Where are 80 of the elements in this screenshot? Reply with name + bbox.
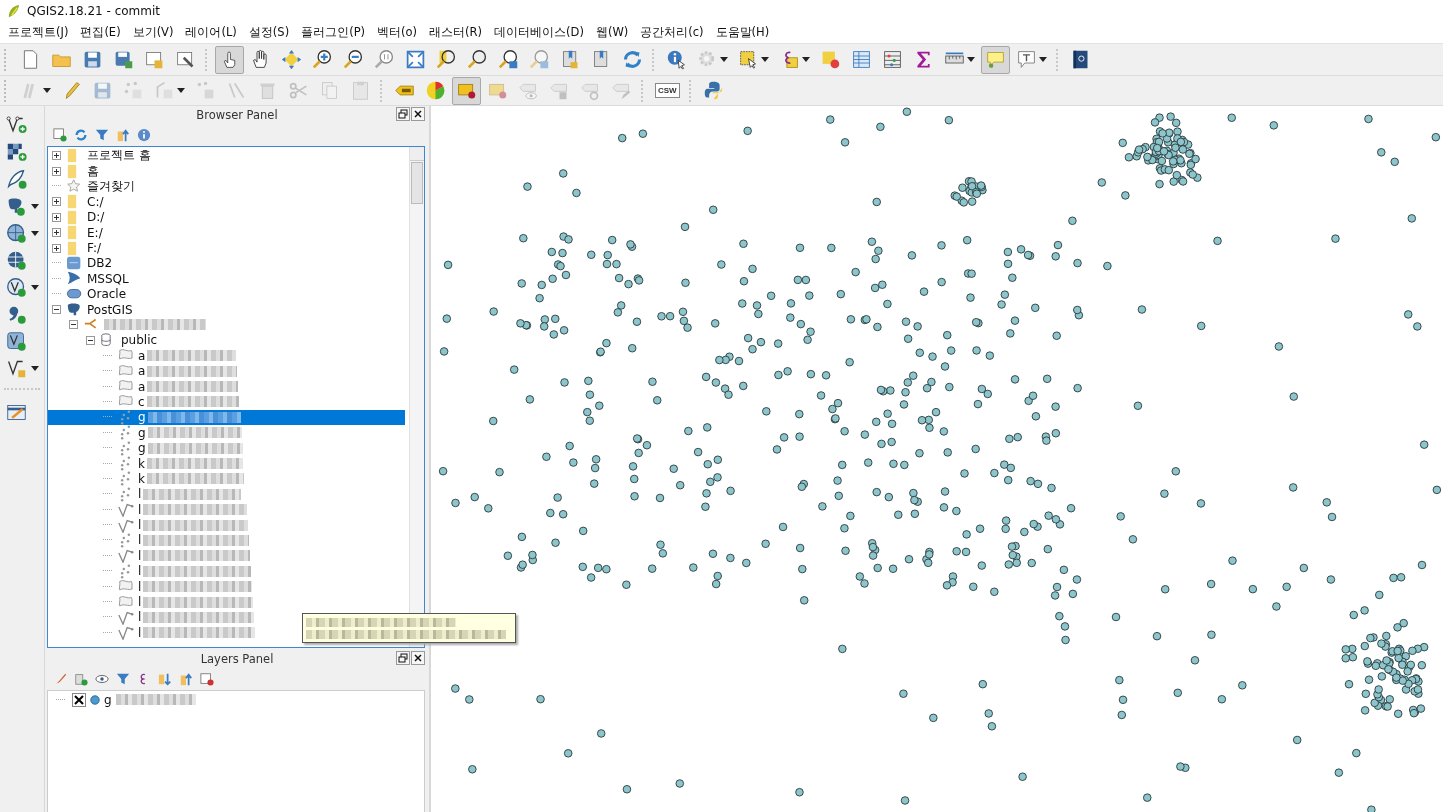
tree-item-label: l (138, 548, 142, 563)
tree-item-label: D:/ (87, 210, 105, 225)
tree-item[interactable]: 프로젝트 홈 (48, 148, 405, 164)
tree-item[interactable]: l (48, 548, 405, 564)
tree-item[interactable]: c (48, 394, 405, 410)
tree-item-label: l (138, 579, 142, 594)
menu-item[interactable]: 설정(S) (242, 25, 296, 40)
menu-item[interactable]: 도움말(H) (709, 25, 776, 40)
menu-item[interactable]: 프로젝트(J) (2, 25, 75, 40)
tree-item[interactable]: l (48, 486, 405, 502)
tree-item[interactable]: g (48, 425, 405, 441)
tree-item[interactable]: a (48, 378, 405, 395)
tree-item-label: Oracle (87, 287, 127, 302)
tree-item-label: g (138, 425, 146, 440)
tree-item-label: a (138, 364, 146, 379)
menu-item[interactable]: 공간처리(c) (634, 25, 710, 40)
tree-item[interactable]: l (48, 625, 405, 641)
menu-item[interactable]: 웹(W) (589, 25, 635, 40)
tree-item-label: 즐겨찾기 (87, 178, 135, 195)
window-title: QGIS2.18.21 - commit (27, 4, 161, 18)
menu-item[interactable]: 보기(V) (126, 25, 180, 40)
tree-item[interactable]: g (48, 440, 405, 456)
menu-item[interactable]: 레이어(L) (179, 25, 243, 40)
tree-item-label: l (138, 595, 142, 609)
tree-item[interactable]: l (48, 594, 405, 610)
tree-item-label: a (138, 379, 146, 394)
tree-item[interactable]: 즐겨찾기 (48, 178, 405, 195)
tree-item[interactable]: l (48, 609, 405, 626)
tree-item-label: DB2 (87, 256, 113, 271)
tree-item[interactable]: a (48, 348, 405, 364)
menu-item[interactable]: 벡터(o) (371, 25, 424, 40)
tree-item-label: PostGIS (87, 302, 133, 317)
tree-item[interactable]: a (48, 363, 405, 379)
tree-item[interactable]: DB2 (48, 255, 405, 272)
tree-item[interactable]: l (48, 532, 405, 549)
tree-item-label: 홈 (87, 162, 99, 180)
tree-item-label: l (138, 518, 142, 533)
tree-item-label: k (138, 456, 145, 471)
tree-item-label: F:/ (87, 241, 102, 256)
tree-item[interactable]: k (48, 471, 405, 487)
tree-item[interactable]: C:/ (48, 194, 405, 210)
panel-title: Layers Panel (200, 652, 274, 666)
tree-item[interactable]: Oracle (48, 286, 405, 302)
tree-item[interactable]: g (48, 409, 405, 426)
tree-item-label: g (138, 410, 146, 425)
tree-item-label: C:/ (87, 194, 104, 209)
tree-item[interactable]: F:/ (48, 240, 405, 256)
tree-item[interactable]: 홈 (48, 163, 405, 179)
tree-item-label: l (138, 564, 142, 579)
csw-button[interactable]: CSW (651, 76, 684, 105)
tree-item-label: public (121, 333, 158, 348)
tree-item-label: c (138, 394, 145, 409)
tree-item-label: l (138, 487, 142, 502)
panel-title: Browser Panel (196, 108, 278, 122)
tree-item[interactable]: l (48, 502, 405, 518)
tree-item[interactable]: MSSQL (48, 271, 405, 287)
menu-item[interactable]: 래스터(R) (423, 25, 489, 40)
tree-item-label: k (138, 471, 145, 486)
tree-item[interactable]: l (48, 578, 405, 595)
tree-item[interactable]: E:/ (48, 224, 405, 241)
tree-item[interactable]: public (48, 332, 405, 349)
tree-item-label: E:/ (87, 225, 103, 240)
tree-item-label: l (138, 502, 142, 517)
tree-item[interactable]: l (48, 563, 405, 579)
tree-item[interactable]: PostGIS (48, 301, 405, 318)
menu-item[interactable]: 편집(E) (74, 25, 127, 40)
tree-item-label: g (138, 441, 146, 456)
tree-item-label: MSSQL (87, 271, 129, 286)
tree-item[interactable]: D:/ (48, 209, 405, 225)
tree-item-label: a (138, 348, 146, 363)
layer-item[interactable]: g (48, 691, 424, 708)
tree-item-label: l (138, 610, 142, 625)
tree-item[interactable]: l (48, 517, 405, 533)
menu-item[interactable]: 데이터베이스(D) (488, 25, 590, 40)
tree-item-label: l (138, 533, 142, 548)
tree-item[interactable]: k (48, 455, 405, 472)
tree-item-label: 프로젝트 홈 (87, 147, 151, 165)
layer-name: g (104, 692, 112, 707)
menu-item[interactable]: 플러그인(P) (295, 25, 372, 40)
tree-item-label: l (138, 625, 142, 640)
